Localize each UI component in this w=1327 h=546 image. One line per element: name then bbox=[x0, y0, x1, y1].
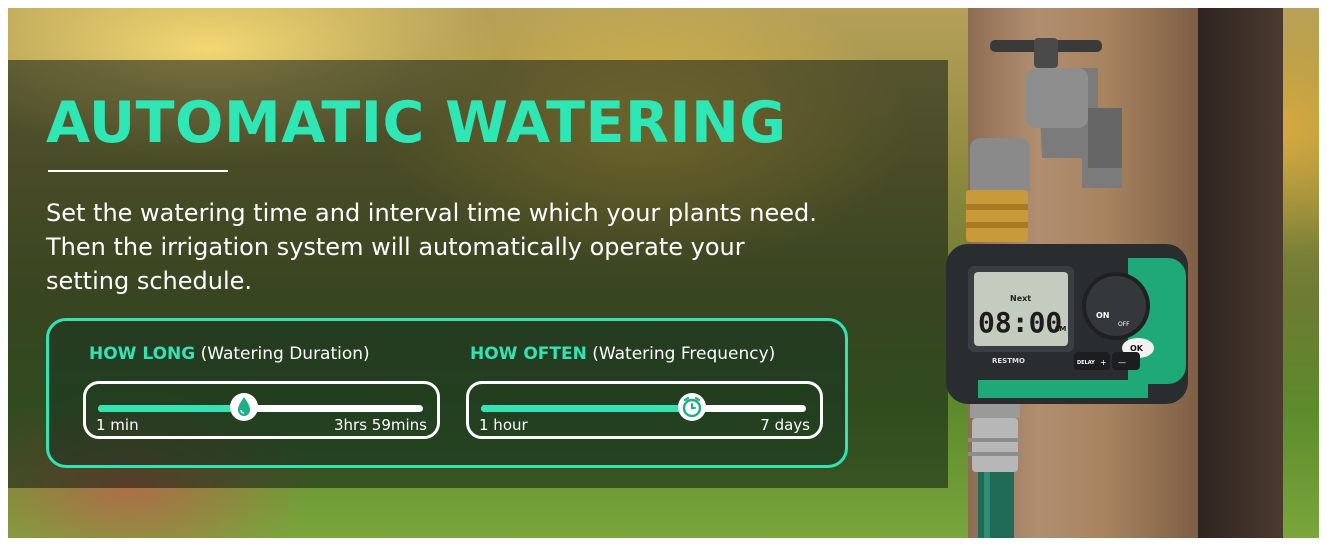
duration-subtitle: (Watering Duration) bbox=[200, 344, 370, 364]
schedule-card: HOW LONG (Watering Duration) 1 min 3hrs … bbox=[46, 318, 848, 468]
frequency-max-label: 7 days bbox=[760, 416, 810, 434]
frequency-fill bbox=[481, 405, 693, 412]
lcd-ampm: AM bbox=[1054, 325, 1066, 333]
frequency-subtitle: (Watering Frequency) bbox=[592, 344, 776, 364]
duration-slider[interactable]: 1 min 3hrs 59mins bbox=[83, 381, 440, 439]
plus-label: + bbox=[1100, 358, 1107, 367]
duration-min-label: 1 min bbox=[96, 416, 139, 434]
water-timer-device: Next 08:00 AM RESTMO ON OFF OK DELAY + — bbox=[946, 38, 1188, 538]
delay-label: DELAY bbox=[1077, 360, 1095, 366]
duration-label: HOW LONG (Watering Duration) bbox=[89, 344, 370, 364]
duration-title: HOW LONG bbox=[89, 344, 196, 364]
title-underline bbox=[48, 170, 228, 172]
alarm-clock-icon[interactable] bbox=[677, 392, 707, 422]
frequency-title: HOW OFTEN bbox=[470, 344, 587, 364]
dial-off-label: OFF bbox=[1118, 321, 1130, 328]
description-text: Set the watering time and interval time … bbox=[46, 199, 817, 295]
duration-max-label: 3hrs 59mins bbox=[334, 416, 427, 434]
ok-label: OK bbox=[1130, 344, 1144, 353]
duration-fill bbox=[98, 405, 245, 412]
minus-label: — bbox=[1118, 358, 1126, 367]
hero-banner: AUTOMATIC WATERING Set the watering time… bbox=[8, 8, 1319, 538]
page-title: AUTOMATIC WATERING bbox=[46, 90, 787, 156]
lcd-label: Next bbox=[1010, 294, 1031, 303]
dial-on-label: ON bbox=[1096, 311, 1110, 320]
water-drop-icon[interactable] bbox=[229, 392, 259, 422]
frequency-label: HOW OFTEN (Watering Frequency) bbox=[470, 344, 775, 364]
brand-label: RESTMO bbox=[992, 357, 1025, 365]
frequency-min-label: 1 hour bbox=[479, 416, 528, 434]
lcd-time: 08:00 bbox=[978, 306, 1062, 339]
frequency-slider[interactable]: 1 hour 7 days bbox=[466, 381, 823, 439]
